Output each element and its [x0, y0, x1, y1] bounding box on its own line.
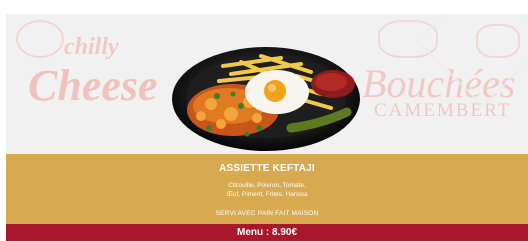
watermark-brand-line2: Cheese [28, 61, 158, 110]
dish-photo [172, 47, 360, 151]
menu-price: Menu : 8.90€ [6, 224, 528, 241]
dish-title: ASSIETTE KEFTAJI [219, 163, 315, 174]
watermark-cheese-icon [16, 20, 64, 58]
watermark-sub-line2: CAMEMBERT [374, 100, 512, 121]
watermark-brand-line1: chilly [64, 34, 119, 60]
menu-card: chilly Cheese Bouchées CAMEMBERT ASSIETT… [0, 0, 528, 241]
dish-description-line2: Œuf, Piment, Frites, Harissa [226, 191, 308, 198]
dish-image-area: chilly Cheese Bouchées CAMEMBERT [6, 14, 528, 154]
dish-info-band: ASSIETTE KEFTAJI Citrouille, Poivron, To… [6, 154, 528, 224]
dish-description: Citrouille, Poivron, Tomate, Œuf, Piment… [6, 181, 528, 199]
dish-serving-note: SERVI AVEC PAIN FAIT MAISON [215, 210, 319, 217]
dish-description-line1: Citrouille, Poivron, Tomate, [228, 182, 306, 189]
